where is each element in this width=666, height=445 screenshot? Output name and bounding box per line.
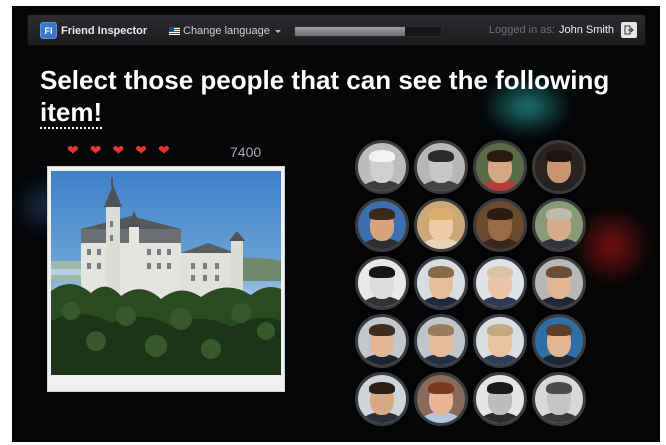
friend-avatar[interactable]: [532, 314, 586, 368]
friend-avatar[interactable]: [473, 256, 527, 310]
friend-avatar[interactable]: [414, 372, 468, 426]
friend-avatar[interactable]: [532, 140, 586, 194]
lives-hearts: ❤ ❤ ❤ ❤ ❤: [67, 142, 170, 158]
heart-icon: ❤: [112, 142, 125, 158]
page-title-text: Select those people that can see the fol…: [40, 65, 610, 95]
login-status: Logged in as: John Smith: [489, 22, 637, 38]
change-language-dropdown[interactable]: Change language: [169, 25, 281, 37]
logged-in-label: Logged in as:: [488, 24, 555, 36]
us-flag-icon: [169, 27, 180, 35]
friend-avatar[interactable]: [355, 140, 409, 194]
friend-avatar[interactable]: [355, 198, 409, 252]
app-window: FI Friend Inspector Change language Logg…: [12, 6, 660, 442]
friend-avatar[interactable]: [532, 256, 586, 310]
friend-avatar[interactable]: [414, 314, 468, 368]
progress-bar: [294, 26, 442, 37]
friend-avatar[interactable]: [473, 140, 527, 194]
logout-button[interactable]: [621, 22, 637, 38]
friend-avatar[interactable]: [355, 256, 409, 310]
heart-icon: ❤: [135, 142, 147, 158]
friend-avatar[interactable]: [532, 198, 586, 252]
heart-icon: ❤: [67, 142, 79, 158]
friend-avatar[interactable]: [532, 372, 586, 426]
friend-avatar[interactable]: [414, 256, 468, 310]
friend-avatar[interactable]: [414, 198, 468, 252]
heart-icon: ❤: [157, 142, 170, 158]
friend-avatar[interactable]: [355, 314, 409, 368]
friend-avatar[interactable]: [473, 372, 527, 426]
score: 7400: [230, 144, 262, 160]
page-title: Select those people that can see the fol…: [40, 64, 640, 129]
heart-icon: ❤: [89, 142, 102, 158]
friend-avatar[interactable]: [355, 372, 409, 426]
user-name: John Smith: [558, 24, 614, 36]
castle-image: [51, 177, 281, 375]
friend-avatar[interactable]: [414, 140, 468, 194]
change-language-label: Change language: [183, 25, 270, 37]
item-photo-card: [47, 166, 285, 392]
brand-logo-icon: FI: [40, 22, 57, 39]
top-navbar: FI Friend Inspector Change language Logg…: [27, 14, 646, 46]
progress-bar-fill: [295, 27, 405, 36]
brand[interactable]: FI Friend Inspector: [40, 22, 147, 39]
castle-photo: [51, 171, 281, 375]
friend-avatar[interactable]: [473, 314, 527, 368]
friend-avatar[interactable]: [473, 198, 527, 252]
brand-name: Friend Inspector: [61, 24, 148, 37]
logout-icon: [624, 25, 634, 35]
caret-down-icon: [274, 29, 281, 33]
item-link[interactable]: item!: [40, 97, 103, 129]
